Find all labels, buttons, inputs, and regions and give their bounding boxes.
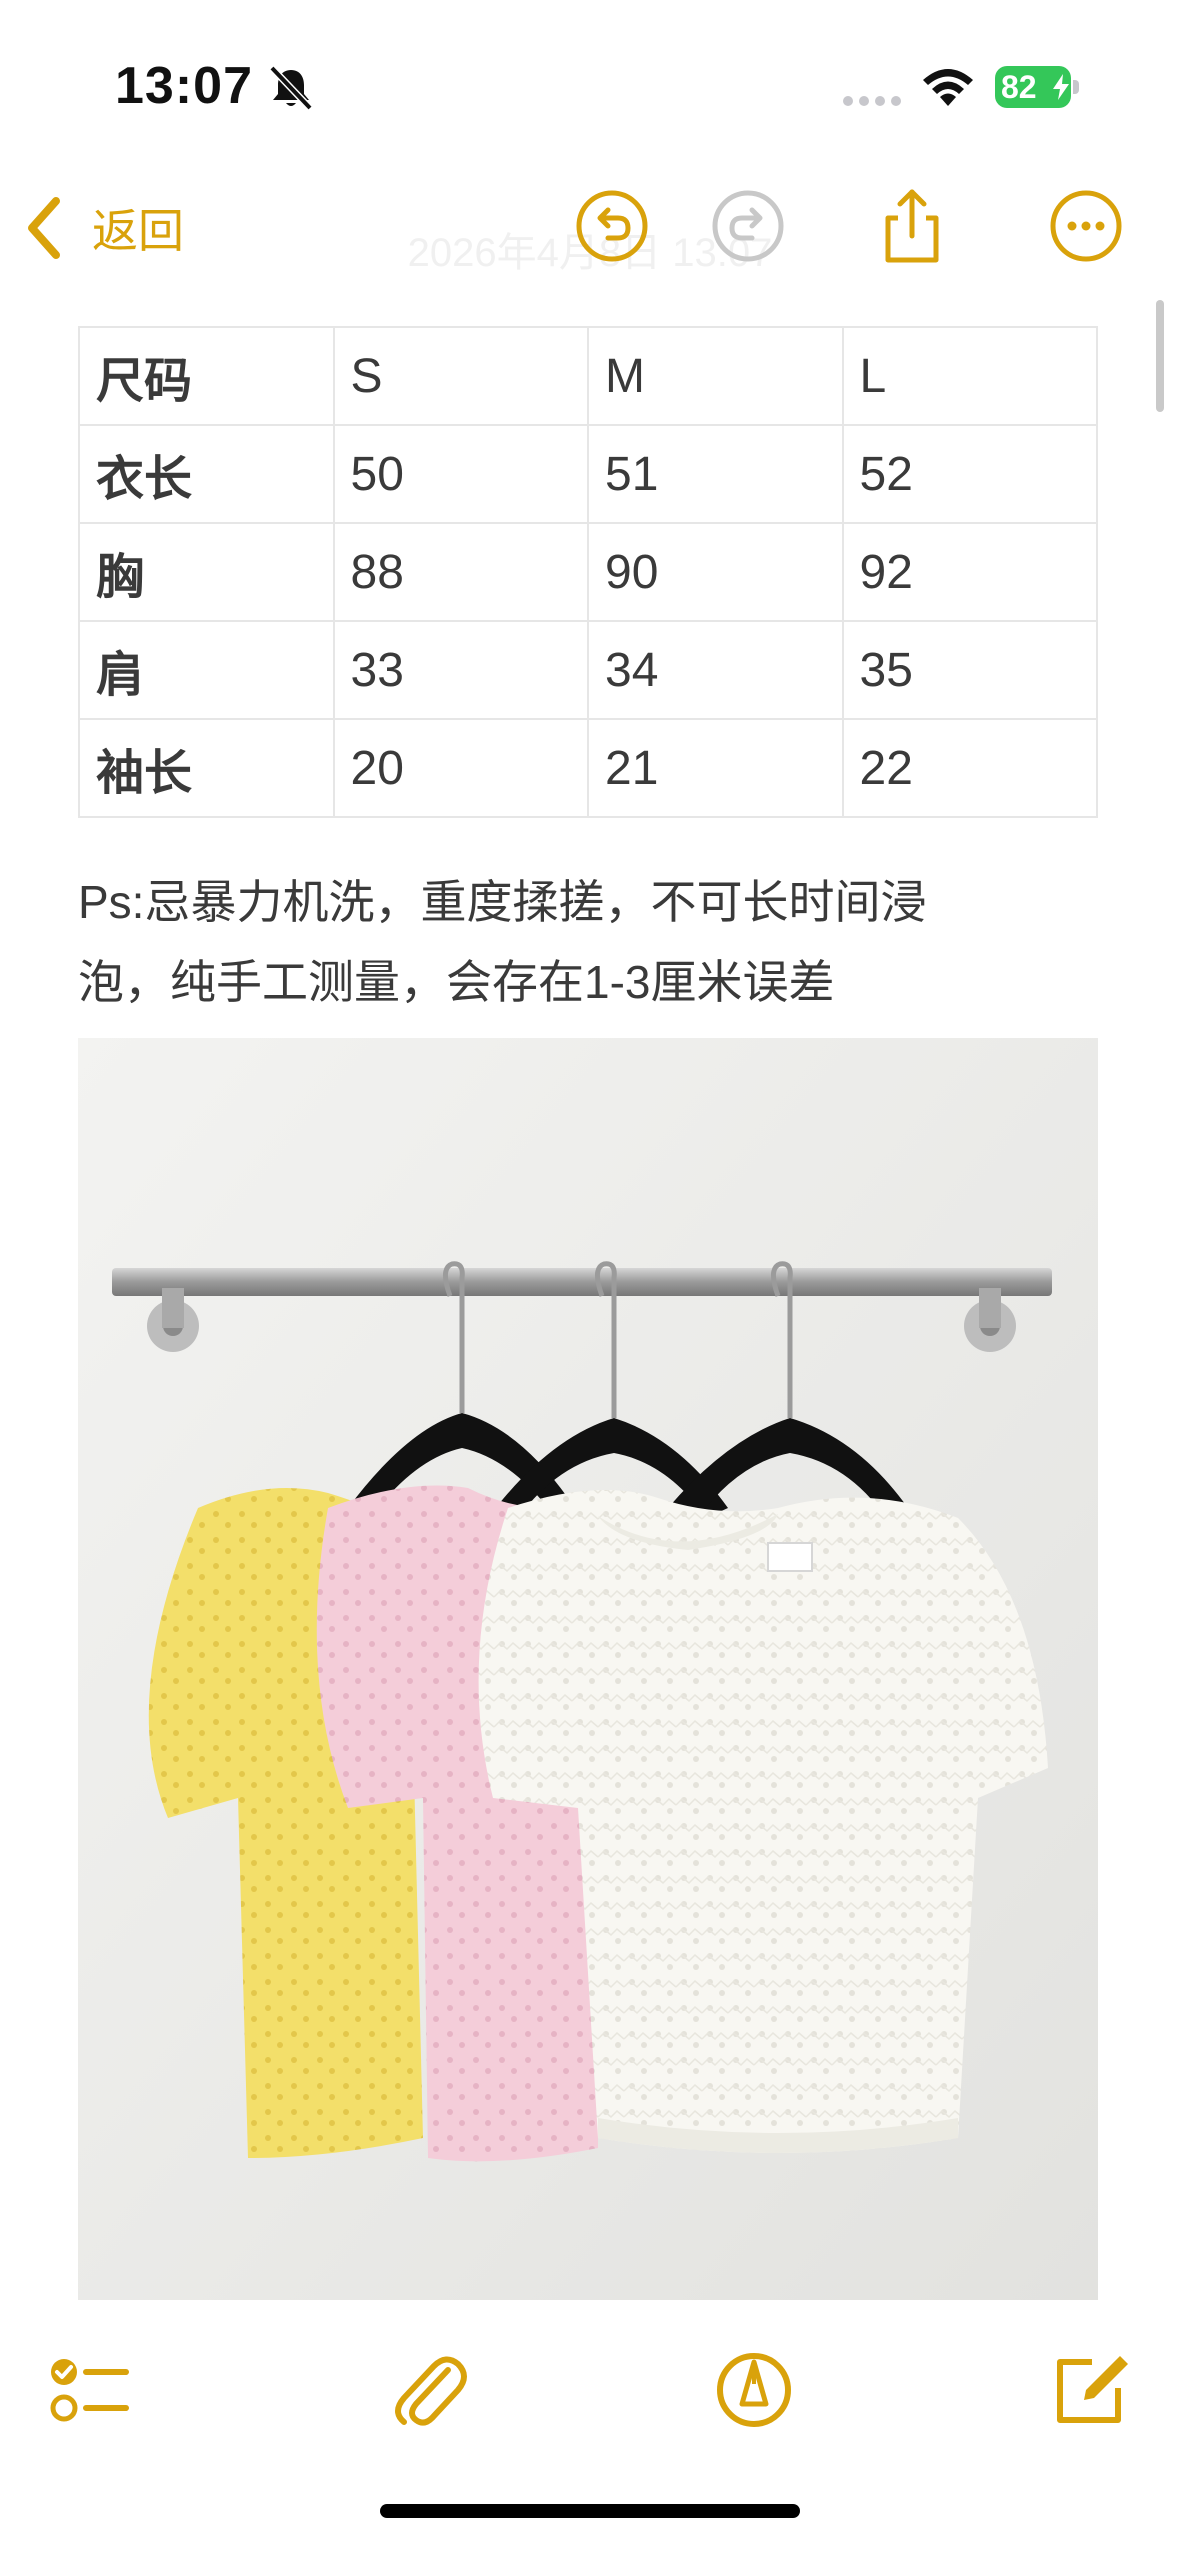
table-row: 尺码 S M L bbox=[78, 326, 1098, 426]
note-line: Ps:忌暴力机洗，重度揉搓，不可长时间浸 bbox=[78, 876, 927, 928]
table-cell: L bbox=[841, 326, 1098, 426]
share-icon[interactable] bbox=[874, 188, 950, 264]
table-cell: 尺码 bbox=[78, 326, 335, 426]
size-table: 尺码 S M L 衣长 50 51 52 胸 88 90 92 肩 33 34 … bbox=[78, 326, 1098, 818]
home-indicator[interactable] bbox=[380, 2504, 800, 2518]
charging-bolt-icon bbox=[1053, 74, 1069, 100]
table-cell: S bbox=[332, 326, 589, 426]
table-row: 肩 33 34 35 bbox=[78, 620, 1098, 720]
paperclip-icon[interactable] bbox=[386, 2348, 470, 2432]
checklist-icon[interactable] bbox=[46, 2348, 130, 2432]
knit-tops-on-rack-illustration bbox=[78, 1038, 1098, 2300]
table-cell: 90 bbox=[587, 522, 844, 622]
note-line: 泡，纯手工测量，会存在1-3厘米误差 bbox=[78, 956, 835, 1008]
product-photo[interactable] bbox=[78, 1038, 1098, 2300]
bottom-toolbar bbox=[0, 2330, 1179, 2450]
status-time: 13:07 bbox=[115, 57, 253, 115]
table-cell: 胸 bbox=[78, 522, 335, 622]
table-row: 衣长 50 51 52 bbox=[78, 424, 1098, 524]
redo-icon[interactable] bbox=[710, 188, 786, 264]
undo-icon[interactable] bbox=[574, 188, 650, 264]
back-button[interactable]: 返回 bbox=[22, 192, 184, 264]
table-cell: 88 bbox=[332, 522, 589, 622]
table-cell: 衣长 bbox=[78, 424, 335, 524]
table-cell: M bbox=[587, 326, 844, 426]
battery-cap bbox=[1073, 80, 1079, 94]
compose-icon[interactable] bbox=[1048, 2348, 1132, 2432]
table-cell: 袖长 bbox=[78, 718, 335, 818]
table-cell: 肩 bbox=[78, 620, 335, 720]
table-cell: 51 bbox=[587, 424, 844, 524]
more-options-icon[interactable] bbox=[1048, 188, 1124, 264]
chevron-left-icon bbox=[28, 197, 60, 259]
table-cell: 34 bbox=[587, 620, 844, 720]
table-cell: 33 bbox=[332, 620, 589, 720]
bell-muted-icon bbox=[269, 66, 313, 110]
battery-indicator: 82 bbox=[995, 66, 1079, 108]
note-body-text[interactable]: Ps:忌暴力机洗，重度揉搓，不可长时间浸 泡，纯手工测量，会存在1-3厘米误差 bbox=[78, 862, 1108, 1022]
markup-pen-icon[interactable] bbox=[712, 2348, 796, 2432]
table-row: 胸 88 90 92 bbox=[78, 522, 1098, 622]
status-bar: 13:07 82 bbox=[0, 0, 1179, 170]
table-cell: 20 bbox=[332, 718, 589, 818]
cellular-signal-icon bbox=[843, 96, 901, 106]
back-label: 返回 bbox=[92, 205, 184, 257]
table-cell: 22 bbox=[841, 718, 1098, 818]
scroll-indicator[interactable] bbox=[1156, 300, 1164, 412]
navigation-bar: 2026年4月8日 13:07 返回 bbox=[0, 170, 1179, 290]
table-cell: 35 bbox=[841, 620, 1098, 720]
wifi-icon bbox=[923, 69, 973, 106]
table-cell: 92 bbox=[841, 522, 1098, 622]
table-cell: 21 bbox=[587, 718, 844, 818]
table-cell: 52 bbox=[841, 424, 1098, 524]
table-cell: 50 bbox=[332, 424, 589, 524]
table-row: 袖长 20 21 22 bbox=[78, 718, 1098, 818]
